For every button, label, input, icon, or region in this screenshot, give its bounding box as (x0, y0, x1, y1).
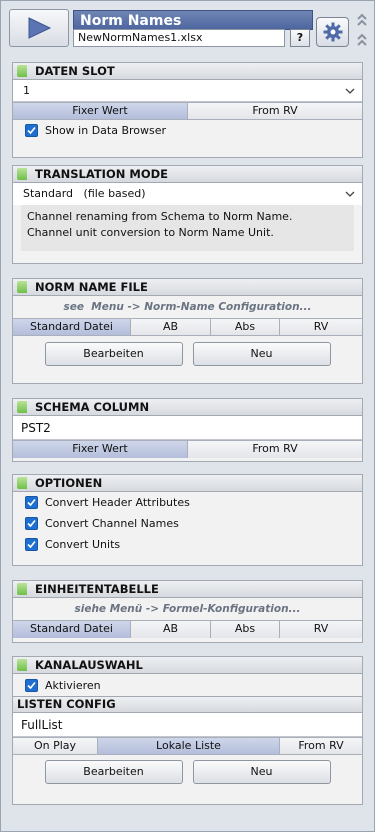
neu-button[interactable]: Neu (192, 760, 331, 784)
einheitentabelle-hint: siehe Menü -> Formel-Konfiguration... (74, 603, 301, 615)
seg-lokale-liste[interactable]: Lokale Liste (98, 738, 280, 754)
seg-abs[interactable]: Abs (211, 319, 280, 335)
seg-from-rv[interactable]: From RV (188, 441, 362, 458)
convert-channel-names-checkbox[interactable]: Convert Channel Names (13, 513, 362, 534)
chevron-down-icon (345, 191, 355, 197)
help-button[interactable]: ? (290, 29, 310, 47)
daten-slot-value: 1 (23, 84, 30, 97)
seg-standard-datei[interactable]: Standard Datei (13, 319, 131, 335)
checkbox-checked-icon (25, 496, 38, 509)
seg-from-rv[interactable]: From RV (280, 738, 362, 754)
translation-mode-select[interactable]: Standard (file based) (13, 183, 362, 205)
seg-ab[interactable]: AB (131, 319, 211, 335)
chevron-down-icon (345, 88, 355, 94)
kanalauswahl-section: KANALAUSWAHL Aktivieren LISTEN CONFIG Fu… (12, 656, 363, 805)
daten-slot-source-segment: Fixer Wert From RV (13, 102, 362, 120)
convert-header-attributes-checkbox[interactable]: Convert Header Attributes (13, 492, 362, 513)
translation-description: Channel renaming from Schema to Norm Nam… (21, 205, 354, 251)
schema-column-title: SCHEMA COLUMN (13, 399, 362, 416)
listen-source-segment: On Play Lokale Liste From RV (13, 737, 362, 755)
translation-desc-line-2: Channel unit conversion to Norm Name Uni… (27, 226, 274, 239)
option-label: Convert Header Attributes (45, 496, 190, 509)
schema-source-segment: Fixer Wert From RV (13, 440, 362, 458)
seg-on-play[interactable]: On Play (13, 738, 98, 754)
bearbeiten-button[interactable]: Bearbeiten (44, 342, 183, 366)
seg-standard-datei[interactable]: Standard Datei (13, 621, 131, 638)
checkbox-checked-icon (25, 517, 38, 530)
norm-name-file-title: NORM NAME FILE (13, 279, 362, 296)
aktivieren-label: Aktivieren (45, 678, 101, 692)
einheitentabelle-title: EINHEITENTABELLE (13, 581, 362, 598)
seg-ab[interactable]: AB (131, 621, 211, 638)
translation-desc-line-1: Channel renaming from Schema to Norm Nam… (27, 210, 293, 223)
show-data-browser-label: Show in Data Browser (45, 124, 167, 137)
collapse-chevron-icon (357, 13, 367, 46)
option-label: Convert Channel Names (45, 517, 179, 530)
collapse-button[interactable] (354, 10, 370, 48)
seg-rv[interactable]: RV (280, 621, 362, 638)
module-title: Norm Names (73, 10, 313, 30)
settings-button[interactable] (316, 17, 349, 47)
optionen-title: OPTIONEN (13, 475, 362, 492)
optionen-section: OPTIONEN Convert Header Attributes Conve… (12, 474, 363, 566)
seg-rv[interactable]: RV (280, 319, 362, 335)
seg-abs[interactable]: Abs (211, 621, 280, 638)
bearbeiten-button[interactable]: Bearbeiten (44, 760, 183, 784)
schema-column-field[interactable]: PST2 (13, 416, 362, 440)
einheitentabelle-section: EINHEITENTABELLE siehe Menü -> Formel-Ko… (12, 580, 363, 643)
daten-slot-select[interactable]: 1 (13, 80, 362, 102)
translation-mode-title: TRANSLATION MODE (13, 166, 362, 183)
translation-mode-value: Standard (file based) (23, 187, 146, 200)
daten-slot-title: DATEN SLOT (13, 63, 362, 80)
filename-field[interactable]: NewNormNames1.xlsx (73, 29, 285, 47)
norm-file-source-segment: Standard Datei AB Abs RV (13, 318, 362, 336)
schema-column-section: SCHEMA COLUMN PST2 Fixer Wert From RV (12, 398, 363, 462)
option-label: Convert Units (45, 538, 121, 551)
einheiten-source-segment: Standard Datei AB Abs RV (13, 620, 362, 638)
kanalauswahl-title: KANALAUSWAHL (13, 657, 362, 674)
norm-names-panel: Norm Names NewNormNames1.xlsx ? DATEN SL… (0, 0, 375, 832)
seg-fixer-wert[interactable]: Fixer Wert (13, 441, 188, 458)
norm-name-file-section: NORM NAME FILE see Menu -> Norm-Name Con… (12, 278, 363, 384)
play-button[interactable] (9, 9, 69, 47)
checkbox-checked-icon (25, 538, 38, 551)
translation-mode-section: TRANSLATION MODE Standard (file based) C… (12, 165, 363, 264)
seg-from-rv[interactable]: From RV (188, 103, 362, 119)
seg-fixer-wert[interactable]: Fixer Wert (13, 103, 188, 119)
norm-name-file-hint: see Menu -> Norm-Name Configuration... (63, 301, 312, 313)
gear-icon (323, 22, 342, 42)
listen-config-field[interactable]: FullList (13, 713, 362, 737)
checkbox-checked-icon (25, 124, 38, 137)
show-data-browser-checkbox[interactable]: Show in Data Browser (13, 120, 362, 141)
play-icon (28, 17, 52, 39)
neu-button[interactable]: Neu (192, 342, 331, 366)
listen-config-title: LISTEN CONFIG (13, 696, 362, 713)
convert-units-checkbox[interactable]: Convert Units (13, 534, 362, 555)
daten-slot-section: DATEN SLOT 1 Fixer Wert From RV Show in … (12, 62, 363, 158)
aktivieren-checkbox[interactable]: Aktivieren (13, 674, 362, 696)
checkbox-checked-icon (25, 678, 38, 692)
